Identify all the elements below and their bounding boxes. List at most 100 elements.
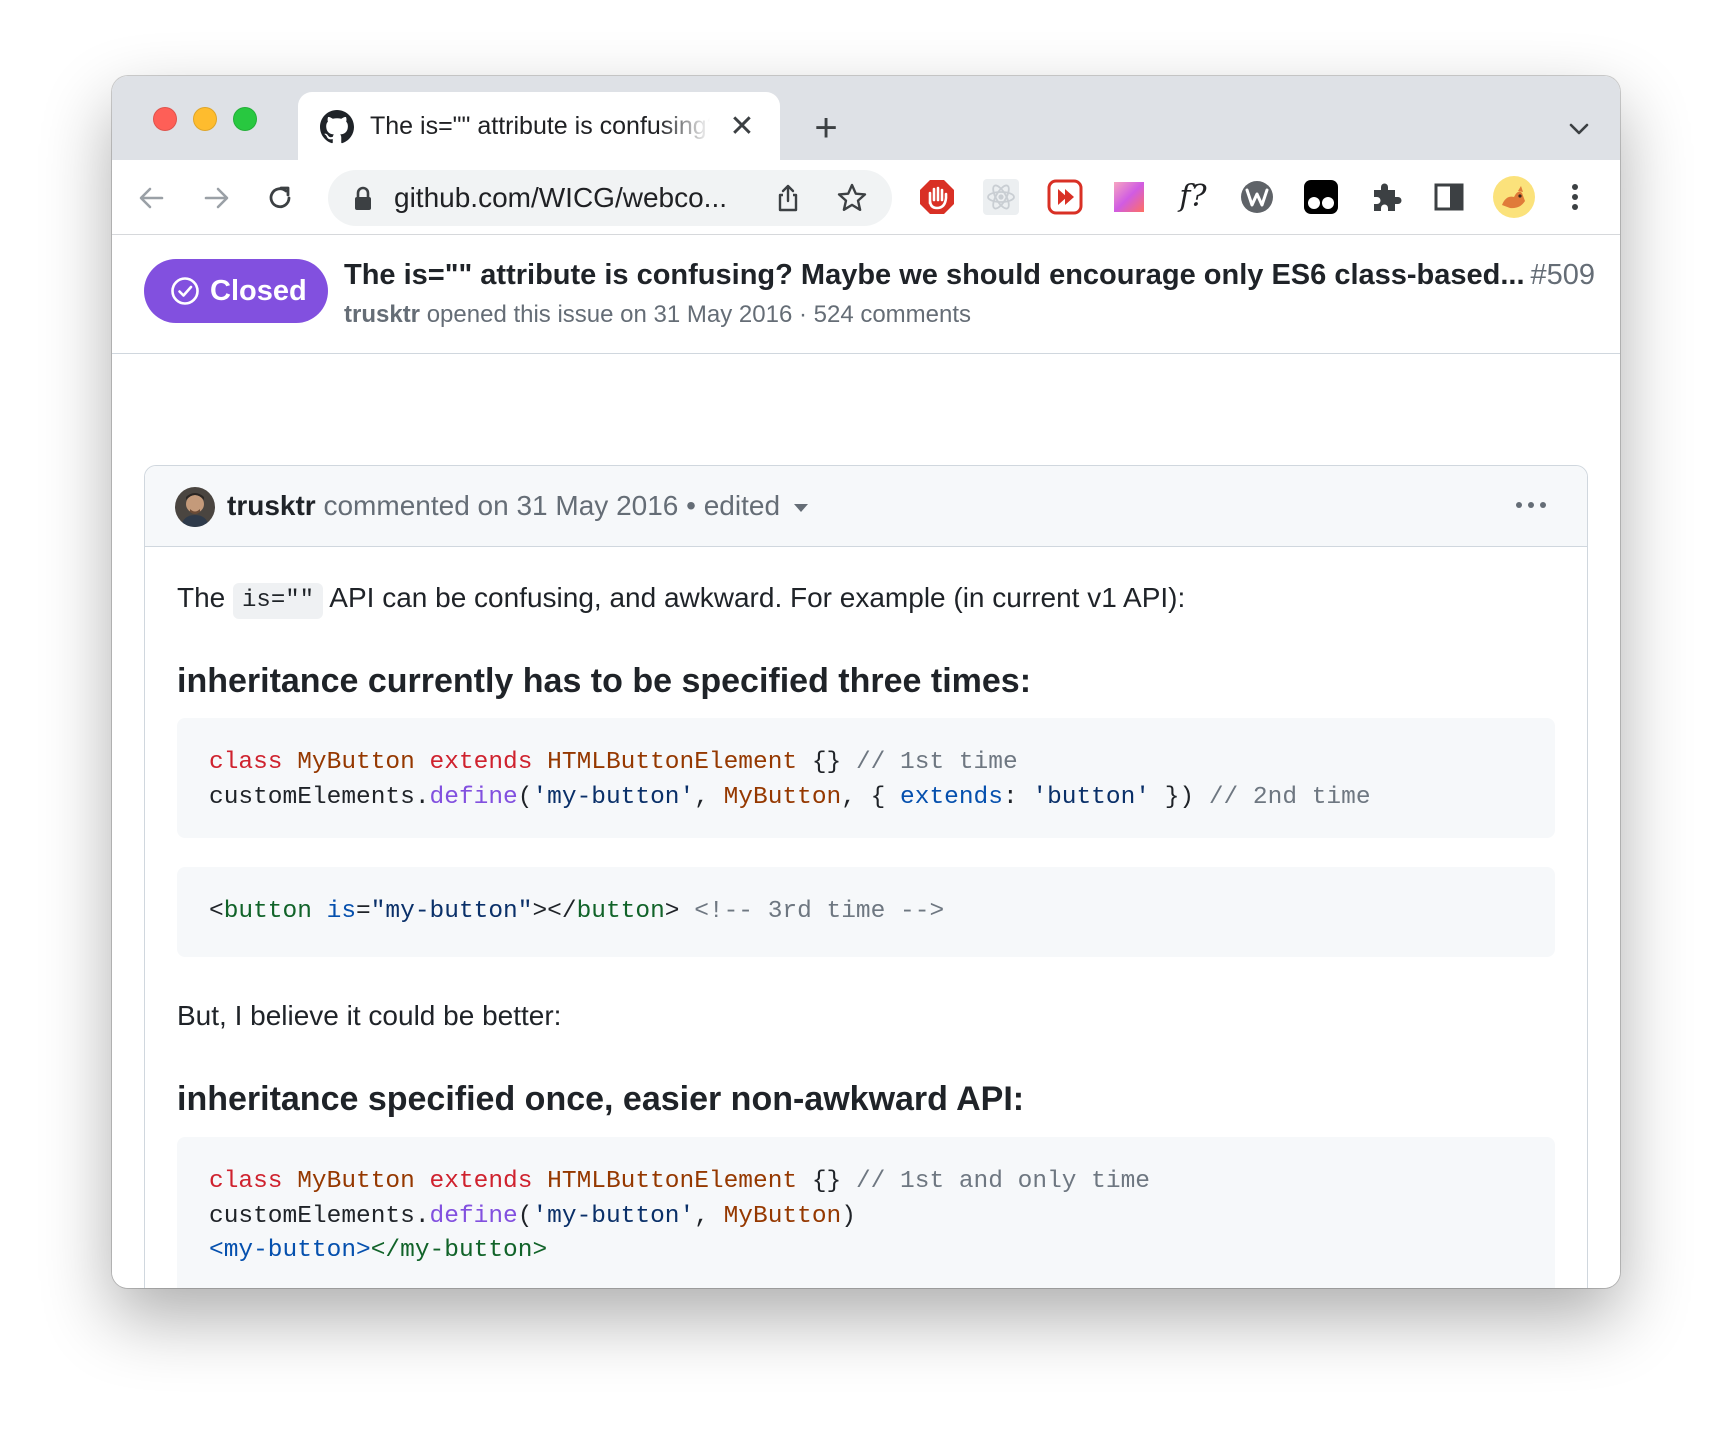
code-comment: <!-- 3rd time --> bbox=[694, 898, 945, 925]
code-token: HTMLButtonElement bbox=[547, 1168, 798, 1195]
code-token: {} bbox=[811, 749, 842, 776]
issue-meta-text: opened this issue on 31 May 2016 · 524 c… bbox=[426, 301, 972, 328]
code-token: = bbox=[356, 898, 371, 925]
code-token: }) bbox=[1150, 783, 1195, 811]
issue-meta: trusktr opened this issue on 31 May 2016… bbox=[344, 299, 971, 331]
code-token: HTMLButtonElement bbox=[547, 749, 798, 776]
minimize-window-button[interactable] bbox=[193, 107, 217, 131]
code-token: 'my-button' bbox=[532, 783, 695, 811]
share-icon[interactable] bbox=[772, 182, 804, 214]
tab-close-icon[interactable]: ✕ bbox=[726, 111, 758, 143]
back-icon[interactable] bbox=[132, 178, 172, 218]
code-token: , bbox=[694, 783, 724, 811]
ublock-icon[interactable] bbox=[918, 178, 956, 216]
issue-comment: trusktr commented on 31 May 2016 • edite… bbox=[144, 465, 1588, 1288]
active-tab[interactable]: The is="" attribute is confusing? Maybe … bbox=[298, 92, 780, 160]
issue-title-text: The is="" attribute is confusing? Maybe … bbox=[344, 259, 1525, 291]
heading-three-times: inheritance currently has to be specifie… bbox=[177, 662, 1032, 700]
react-devtools-icon[interactable] bbox=[982, 178, 1020, 216]
close-window-button[interactable] bbox=[153, 107, 177, 131]
code-token: 'button' bbox=[1032, 783, 1150, 811]
code-token: {} bbox=[811, 1168, 842, 1195]
code-token: MyButton bbox=[723, 783, 842, 811]
code-token: customElements. bbox=[209, 1202, 430, 1230]
avatar[interactable] bbox=[175, 487, 215, 527]
code-block-js-current: class MyButton extends HTMLButtonElement… bbox=[177, 718, 1555, 838]
more-horizontal-icon[interactable] bbox=[1511, 490, 1551, 520]
issue-author-link[interactable]: trusktr bbox=[344, 301, 420, 328]
code-token: class bbox=[209, 749, 283, 776]
code-token: , bbox=[694, 1202, 724, 1230]
browser-toolbar: github.com/WICG/webco... f? bbox=[112, 160, 1620, 235]
tampermonkey-icon[interactable] bbox=[1302, 178, 1340, 216]
side-panel-icon[interactable] bbox=[1430, 178, 1468, 216]
tab-strip: The is="" attribute is confusing? Maybe … bbox=[112, 76, 1620, 160]
status-label: Closed bbox=[210, 275, 307, 307]
code-comment: // 1st and only time bbox=[855, 1168, 1150, 1195]
bookmark-star-icon[interactable] bbox=[836, 182, 868, 214]
profile-avatar-icon[interactable] bbox=[1492, 175, 1536, 219]
edit-history-dropdown-icon[interactable] bbox=[794, 503, 809, 512]
chevron-down-icon[interactable] bbox=[1564, 114, 1594, 144]
code-token: extends bbox=[429, 1168, 533, 1195]
comment-meta: trusktr commented on 31 May 2016 • edite… bbox=[227, 486, 809, 526]
code-token: "my-button" bbox=[370, 898, 533, 925]
code-token: < bbox=[209, 898, 224, 925]
new-tab-button[interactable]: + bbox=[806, 108, 846, 148]
code-token: ( bbox=[517, 783, 533, 811]
comment-author-link[interactable]: trusktr bbox=[227, 490, 316, 521]
check-circle-icon bbox=[171, 277, 199, 305]
forward-icon[interactable] bbox=[196, 178, 236, 218]
font-ninja-icon[interactable]: f? bbox=[1174, 178, 1212, 216]
code-comment: // 2nd time bbox=[1208, 783, 1371, 811]
reload-icon[interactable] bbox=[260, 178, 300, 218]
ext-red-play-icon[interactable] bbox=[1046, 178, 1084, 216]
wappalyzer-icon[interactable] bbox=[1238, 178, 1276, 216]
code-token: button bbox=[223, 898, 312, 925]
more-vertical-icon[interactable] bbox=[1556, 178, 1594, 216]
paragraph-better: But, I believe it could be better: bbox=[177, 1000, 562, 1031]
code-token: MyButton bbox=[723, 1202, 842, 1230]
code-token: ( bbox=[517, 1202, 533, 1230]
code-token: </my-button> bbox=[370, 1237, 548, 1264]
code-token: button bbox=[576, 898, 665, 925]
intro-text-before: The bbox=[177, 582, 226, 613]
url-text[interactable]: github.com/WICG/webco... bbox=[394, 180, 734, 216]
issue-sticky-header: Closed The is="" attribute is confusing?… bbox=[112, 235, 1620, 354]
address-bar[interactable]: github.com/WICG/webco... bbox=[328, 170, 892, 226]
code-token: <my-button> bbox=[209, 1237, 371, 1264]
code-token: MyButton bbox=[297, 749, 415, 776]
intro-text-after: API can be confusing, and awkward. For e… bbox=[329, 582, 1186, 613]
intro-paragraph: The is="" API can be confusing, and awkw… bbox=[177, 578, 1185, 619]
tab-title: The is="" attribute is confusing? Maybe … bbox=[370, 112, 710, 140]
code-token: define bbox=[429, 783, 518, 811]
lock-icon[interactable] bbox=[352, 186, 374, 212]
code-comment: // 1st time bbox=[855, 749, 1018, 776]
code-token: ></ bbox=[532, 898, 577, 925]
code-token: define bbox=[429, 1202, 518, 1230]
code-token: is bbox=[326, 898, 357, 925]
code-token: 'my-button' bbox=[532, 1202, 695, 1230]
code-block-html-current: <button is="my-button"></button> <!-- 3r… bbox=[177, 867, 1555, 957]
code-token: MyButton bbox=[297, 1168, 415, 1195]
code-token: , { bbox=[841, 783, 901, 811]
puzzle-extensions-icon[interactable] bbox=[1366, 178, 1404, 216]
code-token: class bbox=[209, 1168, 283, 1195]
zoom-window-button[interactable] bbox=[233, 107, 257, 131]
comment-meta-text: commented on 31 May 2016 • edited bbox=[323, 490, 781, 521]
code-token: extends bbox=[429, 749, 533, 776]
code-block-js-proposed: class MyButton extends HTMLButtonElement… bbox=[177, 1137, 1555, 1288]
inline-code: is="" bbox=[233, 583, 324, 619]
browser-window: The is="" attribute is confusing? Maybe … bbox=[112, 76, 1620, 1288]
github-icon bbox=[320, 110, 354, 144]
code-token: : bbox=[1002, 783, 1033, 811]
code-token: > bbox=[664, 898, 680, 925]
comment-header: trusktr commented on 31 May 2016 • edite… bbox=[145, 466, 1587, 547]
status-badge: Closed bbox=[144, 259, 328, 323]
code-token: customElements. bbox=[209, 783, 430, 811]
color-gradient-icon[interactable] bbox=[1110, 178, 1148, 216]
code-token: ) bbox=[841, 1202, 856, 1230]
issue-number: #509 bbox=[1530, 259, 1596, 291]
heading-specified-once: inheritance specified once, easier non-a… bbox=[177, 1080, 1025, 1118]
code-token: extends bbox=[900, 783, 1003, 811]
